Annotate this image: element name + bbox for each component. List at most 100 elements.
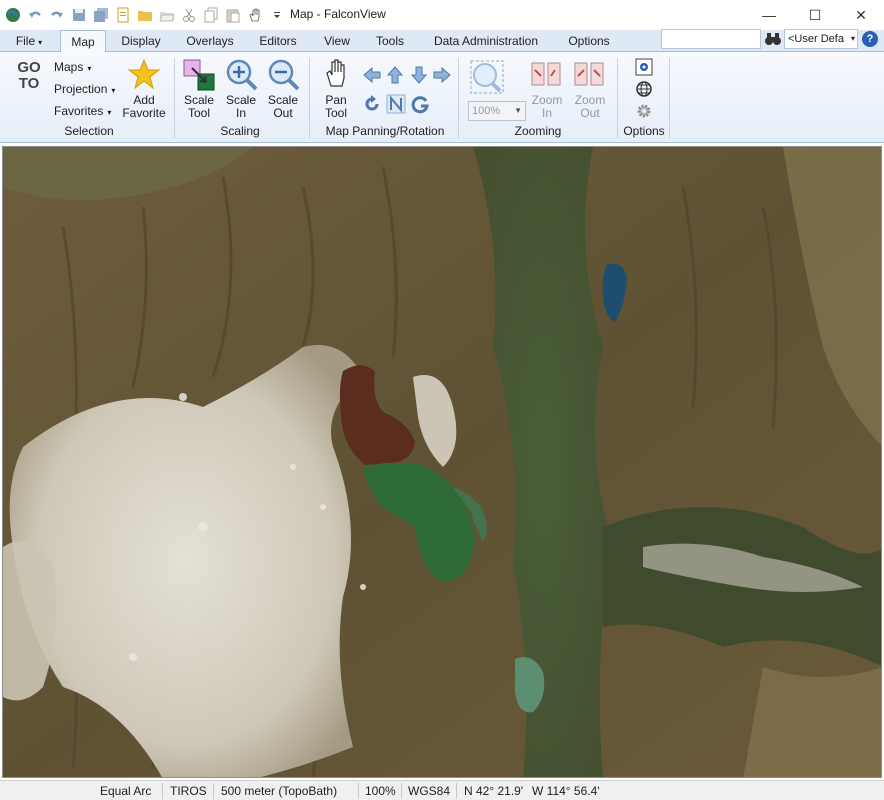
panning-group-label: Map Panning/Rotation	[325, 124, 445, 138]
open-folder-icon[interactable]	[158, 6, 176, 24]
tab-file-label: File	[15, 34, 36, 48]
binoculars-icon[interactable]	[764, 31, 782, 47]
pan-hand-icon	[324, 58, 348, 91]
group-divider	[174, 58, 175, 138]
pan-tool-line2: Tool	[324, 106, 347, 120]
group-divider	[458, 58, 459, 138]
zoom-percent-value: 100%	[472, 105, 501, 117]
zoom-magnifier-icon	[470, 60, 504, 97]
window-controls: — ☐ ✕	[746, 0, 884, 30]
status-projection: Equal Arc	[100, 784, 152, 798]
scale-in-button[interactable]: Scale In	[222, 94, 260, 120]
title-bar: Map - FalconView — ☐ ✕	[0, 0, 884, 30]
customize-icon[interactable]	[268, 6, 286, 24]
tab-data-administration[interactable]: Data Administration	[425, 30, 547, 52]
zoom-out-pages-icon	[573, 60, 607, 93]
scale-tool-line2: Tool	[187, 106, 210, 120]
status-zoom: 100%	[365, 784, 396, 798]
refresh-icon[interactable]	[410, 94, 430, 117]
status-scale: 500 meter (TopoBath)	[221, 784, 338, 798]
satellite-imagery	[3, 147, 881, 777]
zoom-percent-select[interactable]: 100% ▼	[468, 101, 526, 121]
pan-tool-button[interactable]: Pan Tool	[318, 94, 354, 120]
chevron-down-icon: ▾	[107, 108, 112, 117]
status-datum: WGS84	[408, 784, 451, 798]
save-all-icon[interactable]	[92, 6, 110, 24]
cut-icon[interactable]	[180, 6, 198, 24]
add-favorite-line2: Favorite	[122, 106, 166, 120]
zoom-out-button[interactable]: Zoom Out	[570, 94, 610, 120]
pan-hand-icon[interactable]	[246, 6, 264, 24]
status-divider	[162, 783, 163, 799]
tab-file[interactable]: File ▾	[4, 30, 54, 52]
scaling-group-label: Scaling	[220, 124, 260, 138]
goto-line1: GO	[17, 59, 41, 76]
window-title: Map - FalconView	[290, 7, 386, 21]
chevron-down-icon: ▼	[514, 106, 522, 115]
goto-line2: TO	[18, 75, 40, 92]
app-globe-icon[interactable]	[4, 6, 22, 24]
scale-in-line2: In	[235, 106, 246, 120]
paste-icon[interactable]	[224, 6, 242, 24]
tab-tools[interactable]: Tools	[368, 30, 412, 52]
zoom-in-magnifier-icon	[225, 58, 259, 95]
chevron-down-icon: ▾	[87, 64, 92, 73]
add-favorite-button[interactable]: Add Favorite	[120, 94, 168, 120]
map-settings-icon[interactable]	[635, 58, 653, 79]
new-icon[interactable]	[114, 6, 132, 24]
help-button[interactable]: ?	[862, 31, 878, 47]
gear-icon[interactable]	[635, 102, 653, 123]
undo-icon[interactable]	[26, 6, 44, 24]
redo-icon[interactable]	[48, 6, 66, 24]
favorites-dropdown[interactable]: Favorites ▾	[54, 104, 111, 118]
quick-access-toolbar	[0, 0, 290, 30]
tab-view[interactable]: View	[318, 30, 356, 52]
ribbon-panel: GO TO Maps ▾ Projection ▾ Favorites ▾ Add F…	[0, 52, 884, 143]
user-defined-select[interactable]: <User Defa ▾	[784, 29, 858, 49]
north-up-icon[interactable]	[386, 94, 406, 117]
projection-dropdown[interactable]: Projection ▾	[54, 82, 115, 96]
tab-options[interactable]: Options	[560, 30, 618, 52]
scale-out-button[interactable]: Scale Out	[264, 94, 302, 120]
status-longitude: W 114° 56.4'	[532, 784, 600, 798]
zoom-in-button[interactable]: Zoom In	[528, 94, 566, 120]
close-button[interactable]: ✕	[838, 0, 884, 30]
tab-map[interactable]: Map	[60, 30, 106, 53]
tab-display[interactable]: Display	[114, 30, 168, 52]
selection-group-label: Selection	[64, 124, 114, 138]
star-icon	[127, 58, 161, 93]
save-icon[interactable]	[70, 6, 88, 24]
pan-down-button[interactable]	[410, 65, 428, 88]
scale-tool-button[interactable]: Scale Tool	[180, 94, 218, 120]
group-divider	[309, 58, 310, 138]
scale-tool-icon	[182, 58, 216, 95]
status-divider	[213, 783, 214, 799]
zoom-in-pages-icon	[530, 60, 564, 93]
goto-button[interactable]: GO TO	[12, 60, 46, 92]
rotate-icon[interactable]	[362, 94, 382, 117]
maximize-button[interactable]: ☐	[792, 0, 838, 30]
maps-dropdown[interactable]: Maps ▾	[54, 60, 91, 74]
copy-icon[interactable]	[202, 6, 220, 24]
status-divider	[401, 783, 402, 799]
tab-editors[interactable]: Editors	[252, 30, 304, 52]
open-icon[interactable]	[136, 6, 154, 24]
zoom-in-line2: In	[541, 106, 552, 120]
zoom-out-line2: Out	[580, 106, 600, 120]
chevron-down-icon: ▾	[38, 38, 43, 47]
search-input[interactable]	[661, 29, 761, 49]
status-bar: Equal Arc TIROS 500 meter (TopoBath) 100…	[0, 780, 884, 800]
chevron-down-icon: ▾	[850, 34, 855, 43]
projection-label: Projection	[54, 82, 108, 96]
pan-up-button[interactable]	[386, 65, 404, 88]
globe-icon[interactable]	[635, 80, 653, 101]
status-divider	[358, 783, 359, 799]
status-source: TIROS	[170, 784, 207, 798]
user-defined-value: <User Defa	[788, 33, 844, 45]
pan-left-button[interactable]	[362, 66, 382, 87]
map-view[interactable]	[2, 146, 882, 778]
tab-overlays[interactable]: Overlays	[181, 30, 239, 52]
minimize-button[interactable]: —	[746, 0, 792, 30]
pan-right-button[interactable]	[432, 66, 452, 87]
status-latitude: N 42° 21.9'	[464, 784, 524, 798]
